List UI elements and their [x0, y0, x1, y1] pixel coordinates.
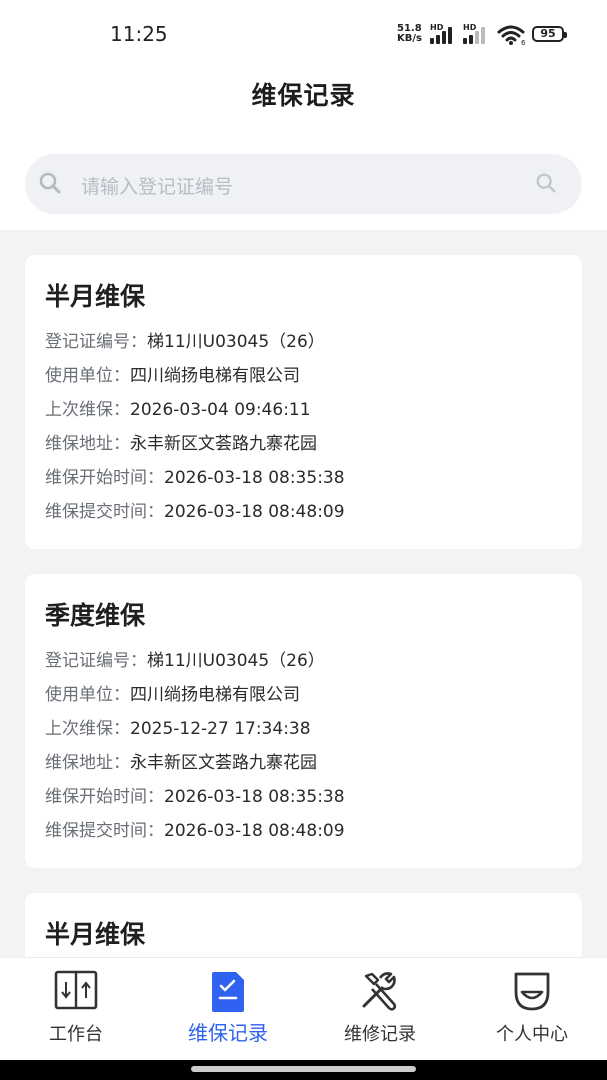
record-field: 维保地址：永丰新区文荟路九寨花园: [45, 434, 317, 454]
network-speed: 51.8 KB/s: [397, 23, 422, 44]
home-indicator[interactable]: [191, 1066, 416, 1072]
record-field: 维保提交时间：2026-03-18 08:48:09: [45, 821, 345, 841]
tab-profile[interactable]: 个人中心: [456, 958, 607, 1058]
record-card[interactable]: 半月维保 登记证编号：梯11川U03045（26） 使用单位：四川绱扬电梯有限公…: [25, 255, 582, 549]
status-time: 11:25: [110, 22, 168, 46]
checklist-icon: [210, 970, 246, 1018]
battery-indicator: 95: [532, 26, 567, 42]
search-icon: [37, 170, 63, 200]
elevator-icon: [54, 970, 98, 1014]
record-field: 登记证编号：梯11川U03045（26）: [45, 332, 325, 352]
svg-text:6: 6: [521, 39, 526, 46]
search-input[interactable]: 请输入登记证编号: [81, 172, 233, 199]
tools-icon: [358, 970, 402, 1016]
signal-icon: HD: [430, 23, 458, 44]
signal-icon-2: HD: [463, 23, 491, 44]
record-field: 维保提交时间：2026-03-18 08:48:09: [45, 502, 345, 522]
tab-repair-records[interactable]: 维修记录: [304, 958, 456, 1058]
tab-label: 维保记录: [188, 1021, 268, 1045]
record-card[interactable]: 季度维保 登记证编号：梯11川U03045（26） 使用单位：四川绱扬电梯有限公…: [25, 574, 582, 868]
bottom-tab-bar: 工作台 维保记录 维修记录 个人中心: [0, 957, 607, 1060]
record-field: 使用单位：四川绱扬电梯有限公司: [45, 366, 300, 386]
record-field: 维保地址：永丰新区文荟路九寨花园: [45, 753, 317, 773]
profile-icon: [511, 970, 553, 1016]
search-bar[interactable]: 请输入登记证编号: [25, 154, 582, 214]
wifi-icon: 6: [497, 24, 527, 47]
record-field: 登记证编号：梯11川U03045（26）: [45, 651, 325, 671]
tab-maintenance-records[interactable]: 维保记录: [152, 958, 304, 1058]
tab-label: 维修记录: [344, 1024, 416, 1045]
tab-workbench[interactable]: 工作台: [0, 958, 152, 1058]
tab-label: 工作台: [49, 1024, 103, 1045]
record-field: 使用单位：四川绱扬电梯有限公司: [45, 685, 300, 705]
status-bar: 11:25 51.8 KB/s HD HD 6 95: [0, 0, 607, 70]
search-submit-icon[interactable]: [534, 171, 558, 199]
header-area: 11:25 51.8 KB/s HD HD 6 95 维保记录 请输入登记证编号: [0, 0, 607, 230]
record-list: 半月维保 登记证编号：梯11川U03045（26） 使用单位：四川绱扬电梯有限公…: [25, 255, 582, 1038]
system-navigation-bar: [0, 1060, 607, 1080]
record-type: 半月维保: [45, 282, 146, 311]
record-field: 上次维保：2025-12-27 17:34:38: [45, 719, 311, 739]
page-title: 维保记录: [251, 81, 356, 110]
record-field: 维保开始时间：2026-03-18 08:35:38: [45, 787, 345, 807]
record-field: 上次维保：2026-03-04 09:46:11: [45, 400, 311, 420]
record-field: 维保开始时间：2026-03-18 08:35:38: [45, 468, 345, 488]
record-type: 半月维保: [45, 920, 146, 949]
record-type: 季度维保: [45, 601, 146, 630]
tab-label: 个人中心: [496, 1024, 568, 1045]
